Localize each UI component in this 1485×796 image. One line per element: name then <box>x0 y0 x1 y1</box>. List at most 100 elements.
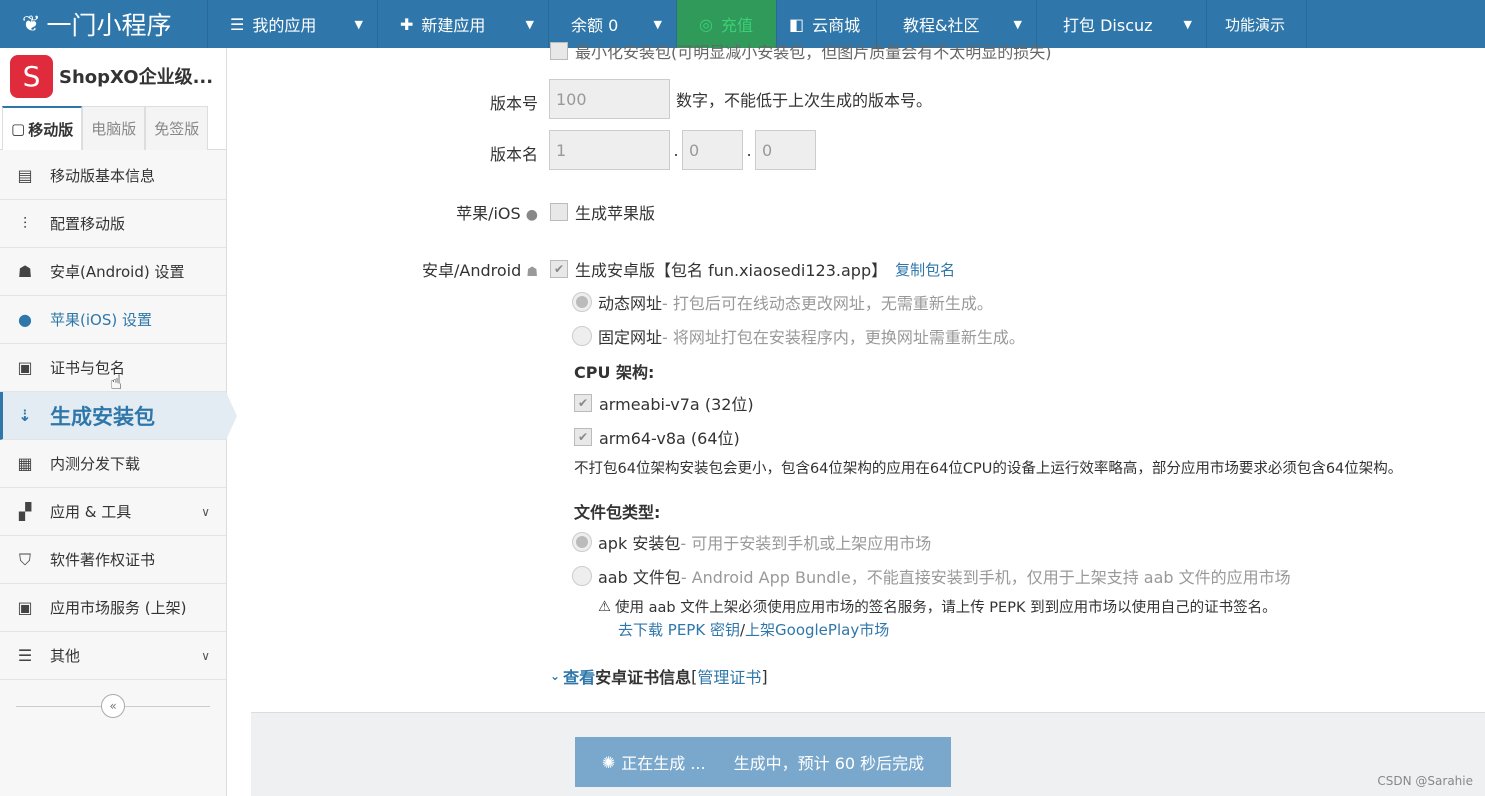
nav-discuz-label: 打包 Discuz <box>1063 16 1153 35</box>
sidebar-item-label: 配置移动版 <box>50 215 126 233</box>
cpu-option-v7a[interactable]: ✔ armeabi-v7a (32位) <box>574 391 754 415</box>
android-icon: ☗ <box>526 265 538 280</box>
tab-no-sign[interactable]: 免签版 <box>145 106 209 150</box>
sidebar-item-copyright[interactable]: ⛉ 软件著作权证书 <box>0 536 226 584</box>
aab-links: 去下载 PEPK 密钥 / 上架GooglePlay市场 <box>618 619 889 640</box>
sidebar-item-label: 生成安装包 <box>50 404 155 429</box>
url-option-desc: - 打包后可在线动态更改网址，无需重新生成。 <box>662 294 993 313</box>
sidebar-item-label: 苹果(iOS) 设置 <box>50 311 152 329</box>
version-code-input[interactable]: 100 <box>549 79 670 119</box>
ios-label: 苹果/iOS ● <box>228 200 538 224</box>
version-name-major[interactable]: 1 <box>549 130 670 170</box>
ios-build-option[interactable]: 生成苹果版 <box>550 200 655 224</box>
checkbox-checked[interactable]: ✔ <box>574 428 592 446</box>
sliders-icon: ⫶ <box>22 213 27 233</box>
android-icon: ☗ <box>17 262 33 281</box>
url-option-dynamic[interactable]: 动态网址 - 打包后可在线动态更改网址，无需重新生成。 <box>572 290 993 314</box>
cpu-option-label: armeabi-v7a (32位) <box>599 395 754 414</box>
caret-down-icon[interactable]: ▼ <box>1164 18 1206 31</box>
tab-mobile-label: 移动版 <box>28 120 74 139</box>
sidebar-item-config-mobile[interactable]: ⫶ 配置移动版 <box>0 200 226 248</box>
spinner-icon: ✺ <box>601 752 616 772</box>
widgets-icon: ▞ <box>18 502 32 521</box>
apple-icon: ● <box>525 207 538 223</box>
nav-balance-label: 余额 0 <box>571 16 619 35</box>
generate-button[interactable]: ✺ 正在生成 ... 生成中，预计 60 秒后完成 <box>575 737 951 787</box>
nav-new-app[interactable]: ✚ 新建应用 ▼ <box>378 0 549 48</box>
url-option-desc: - 将网址打包在安装程序内，更换网址需重新生成。 <box>662 328 1025 347</box>
minimize-package-option[interactable]: 最小化安装包(可明显减小安装包，但图片质量会有不太明显的损失) <box>550 39 1052 63</box>
checkbox[interactable] <box>550 42 568 60</box>
caret-down-icon[interactable]: ▼ <box>994 18 1036 31</box>
checkbox-checked[interactable]: ✔ <box>550 260 568 278</box>
version-name-label: 版本名 <box>489 145 538 164</box>
nav-discuz[interactable]: 打包 Discuz ▼ <box>1037 0 1207 48</box>
minimize-package-label: 最小化安装包(可明显减小安装包，但图片质量会有不太明显的损失) <box>575 43 1052 62</box>
cpu-option-v8a[interactable]: ✔ arm64-v8a (64位) <box>574 425 740 449</box>
watermark: CSDN @Sarahie <box>1377 774 1473 788</box>
sidebar-item-build-package[interactable]: ⇣ 生成安装包 <box>0 392 237 440</box>
platform-tabs: ▢ 移动版 电脑版 免签版 <box>0 104 226 150</box>
bracket-close: ] <box>761 666 768 686</box>
sidebar-item-apps-tools[interactable]: ▞ 应用 & 工具 ∨ <box>0 488 226 536</box>
sidebar-item-other[interactable]: ☰ 其他 ∨ <box>0 632 226 680</box>
google-play-link[interactable]: 上架GooglePlay市场 <box>745 619 889 640</box>
main-content: 最小化安装包(可明显减小安装包，但图片质量会有不太明显的损失) 版本号 100 … <box>228 42 1485 796</box>
manage-cert-link[interactable]: 管理证书 <box>697 664 761 688</box>
caret-down-icon[interactable]: ▼ <box>335 18 377 31</box>
tab-desktop[interactable]: 电脑版 <box>82 106 146 150</box>
cpu-title: CPU 架构: <box>574 363 655 382</box>
download-pepk-link[interactable]: 去下载 PEPK 密钥 <box>618 619 740 640</box>
android-cert-info: ⌄ 查看 安卓证书信息 [ 管理证书 ] <box>550 664 768 688</box>
sidebar-item-label: 安卓(Android) 设置 <box>50 263 185 281</box>
recharge-icon: ◎ <box>699 14 713 34</box>
build-footer: ✺ 正在生成 ... 生成中，预计 60 秒后完成 CSDN @Sarahie <box>251 712 1485 796</box>
view-cert-link[interactable]: 查看 <box>563 664 595 688</box>
sidebar-item-label: 移动版基本信息 <box>50 167 156 185</box>
package-option-aab[interactable]: aab 文件包 - Android App Bundle，不能直接安装到手机，仅… <box>572 564 1291 588</box>
radio[interactable] <box>572 326 592 346</box>
android-build-label: 生成安卓版【包名 fun.xiaosedi123.app】 <box>575 261 888 280</box>
brand-logo[interactable]: ❦ 一门小程序 <box>0 0 208 48</box>
aab-warning-text: 使用 aab 文件上架必须使用应用市场的签名服务，请上传 PEPK 到到应用市场… <box>615 600 1277 616</box>
copy-package-link[interactable]: 复制包名 <box>895 259 955 280</box>
nav-my-apps[interactable]: ☰ 我的应用 ▼ <box>208 0 378 48</box>
sidebar-item-market-service[interactable]: ▣ 应用市场服务 (上架) <box>0 584 226 632</box>
checkbox[interactable] <box>550 203 568 221</box>
aab-warning: ⚠ 使用 aab 文件上架必须使用应用市场的签名服务，请上传 PEPK 到到应用… <box>598 596 1277 617</box>
nav-demo[interactable]: 功能演示 <box>1207 0 1307 48</box>
tab-mobile[interactable]: ▢ 移动版 <box>2 106 83 150</box>
chevron-double-down-icon[interactable]: ⌄ <box>550 669 560 683</box>
version-name-minor[interactable]: 0 <box>682 130 743 170</box>
sidebar-item-ios-settings[interactable]: ● 苹果(iOS) 设置 <box>0 296 226 344</box>
ios-build-label: 生成苹果版 <box>575 204 656 223</box>
menu-icon: ☰ <box>230 14 245 34</box>
radio-selected[interactable] <box>572 292 592 312</box>
url-option-fixed[interactable]: 固定网址 - 将网址打包在安装程序内，更换网址需重新生成。 <box>572 324 1025 348</box>
app-header[interactable]: S ShopXO企业级... <box>0 48 226 104</box>
generate-status: 生成中，预计 60 秒后完成 <box>733 754 925 773</box>
caret-down-icon[interactable]: ▼ <box>506 18 548 31</box>
package-option-apk[interactable]: apk 安装包 - 可用于安装到手机或上架应用市场 <box>572 530 931 554</box>
cpu-option-label: arm64-v8a (64位) <box>599 429 740 448</box>
app-logo: S <box>10 54 53 98</box>
warning-icon: ⚠ <box>598 598 611 615</box>
shopping-bag-icon: ◧ <box>789 14 805 34</box>
nav-recharge-label: 充值 <box>720 16 753 35</box>
sidebar-item-android-settings[interactable]: ☗ 安卓(Android) 设置 <box>0 248 226 296</box>
cert-title: 安卓证书信息 <box>595 668 692 687</box>
radio-selected[interactable] <box>572 532 592 552</box>
sidebar-item-beta-download[interactable]: ▦ 内测分发下载 <box>0 440 226 488</box>
android-label: 安卓/Android ☗ <box>228 257 538 281</box>
caret-down-icon[interactable]: ▼ <box>634 18 676 31</box>
double-chevron-left-icon[interactable]: « <box>101 694 125 718</box>
android-build-option[interactable]: ✔ 生成安卓版【包名 fun.xiaosedi123.app】 复制包名 <box>550 257 955 281</box>
sidebar-item-basic-info[interactable]: ▤ 移动版基本信息 <box>0 152 226 200</box>
sidebar-item-label: 其他 <box>50 647 81 665</box>
chevron-down-icon: ∨ <box>201 648 210 663</box>
sidebar-collapse: « <box>0 680 226 732</box>
radio[interactable] <box>572 566 592 586</box>
checkbox-checked[interactable]: ✔ <box>574 394 592 412</box>
sidebar-menu: ▤ 移动版基本信息 ⫶ 配置移动版 ☗ 安卓(Android) 设置 ● 苹果(… <box>0 152 237 680</box>
version-name-patch[interactable]: 0 <box>755 130 816 170</box>
